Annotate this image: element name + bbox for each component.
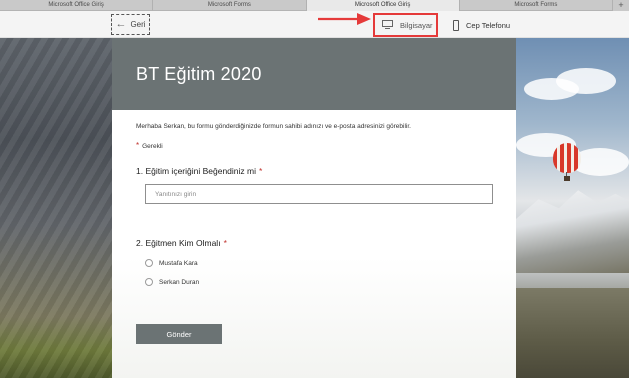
privacy-notice: Merhaba Serkan, bu formu gönderdiğinizde…	[136, 123, 411, 130]
hot-air-balloon-image	[553, 143, 581, 181]
question-1-title: 1. Eğitim içeriğini Beğendiniz mi *	[136, 166, 262, 176]
phone-icon	[453, 19, 459, 31]
required-star: *	[136, 141, 140, 150]
required-legend: * Gerekli	[136, 141, 163, 150]
browser-tab[interactable]: Microsoft Office Giriş	[0, 0, 154, 11]
browser-tab[interactable]: Microsoft Forms	[153, 0, 307, 11]
annotation-arrow-icon	[318, 13, 371, 25]
back-button[interactable]: ← Geri	[111, 14, 150, 35]
form-header: BT Eğitim 2020	[112, 38, 516, 110]
question-1-text: 1. Eğitim içeriğini Beğendiniz mi	[136, 166, 256, 176]
choice-option-serkan-duran[interactable]: Serkan Duran	[145, 277, 199, 287]
background-landscape-right	[516, 38, 629, 378]
choice-option-label: Serkan Duran	[159, 278, 200, 286]
back-button-label: Geri	[130, 20, 146, 29]
new-tab-button[interactable]: +	[613, 0, 629, 11]
choice-option-label: Mustafa Kara	[159, 259, 198, 267]
form-title: BT Eğitim 2020	[136, 64, 262, 84]
arrow-left-icon: ←	[115, 18, 127, 30]
form-preview-stage: BT Eğitim 2020 Merhaba Serkan, bu formu …	[0, 38, 629, 378]
browser-tab-active[interactable]: Microsoft Office Giriş	[306, 0, 460, 11]
required-star: *	[223, 238, 227, 248]
background-mountain-left	[0, 38, 112, 378]
mobile-preview-label: Cep Telefonu	[466, 20, 511, 30]
submit-button[interactable]: Gönder	[136, 324, 222, 344]
preview-toolbar: ← Geri Bilgisayar Cep Telefonu	[0, 11, 629, 38]
question-2-text: 2. Eğitmen Kim Olmalı	[136, 238, 221, 248]
radio-button[interactable]	[145, 278, 153, 286]
annotation-highlight-box	[373, 13, 438, 37]
form-card: BT Eğitim 2020 Merhaba Serkan, bu formu …	[112, 38, 516, 378]
question-1-answer-input[interactable]	[145, 184, 493, 204]
browser-tab-strip: Microsoft Office Giriş Microsoft Forms M…	[0, 0, 629, 11]
browser-tab[interactable]: Microsoft Forms	[460, 0, 613, 11]
question-2-title: 2. Eğitmen Kim Olmalı *	[136, 238, 227, 248]
mobile-preview-button[interactable]: Cep Telefonu	[453, 18, 510, 32]
required-legend-label: Gerekli	[142, 143, 163, 150]
radio-button[interactable]	[145, 259, 153, 267]
choice-option-mustafa-kara[interactable]: Mustafa Kara	[145, 258, 198, 268]
required-star: *	[259, 166, 263, 176]
